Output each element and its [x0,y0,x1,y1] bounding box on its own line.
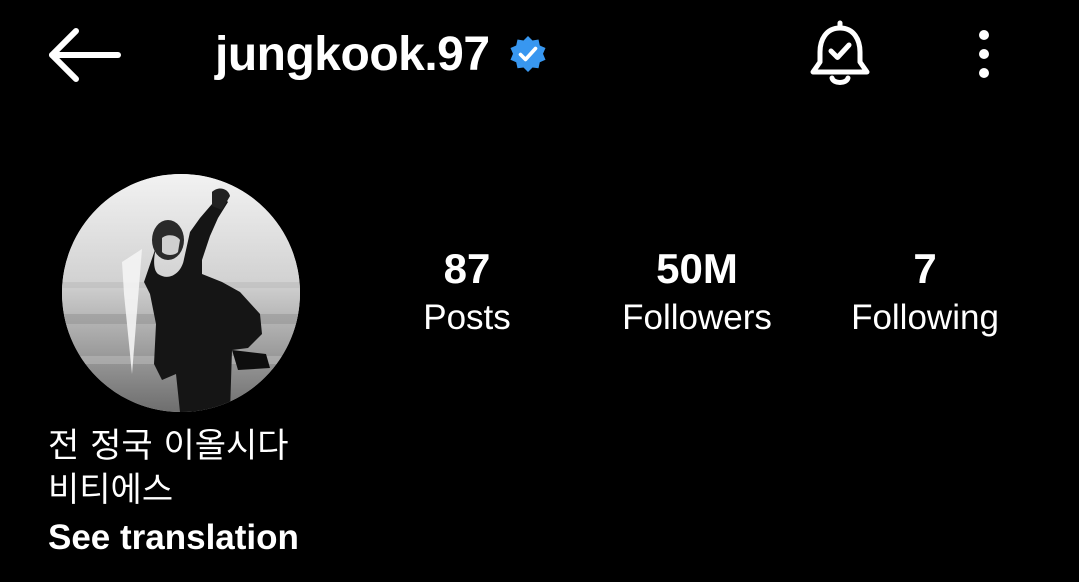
username-container: jungkook.97 [215,22,548,88]
following-stat[interactable]: 7 Following [810,242,1040,340]
following-count: 7 [913,245,937,292]
notifications-button[interactable] [802,20,878,90]
profile-stats: 87 Posts 50M Followers 7 Following [352,242,1052,352]
posts-count: 87 [443,245,491,292]
posts-label: Posts [423,298,511,337]
profile-photo [62,174,300,412]
verified-badge-icon [508,35,548,75]
see-translation-link[interactable]: See translation [48,514,648,562]
more-options-button[interactable] [960,22,1008,86]
posts-stat[interactable]: 87 Posts [352,242,582,340]
bio-line: 비티에스 [48,470,174,510]
bell-check-icon [810,20,870,85]
profile-header: jungkook.97 [0,0,1079,110]
profile-avatar[interactable] [62,174,300,412]
back-button[interactable] [40,22,126,88]
followers-label: Followers [622,298,772,337]
followers-count: 50M [656,245,738,292]
profile-bio: 전 정국 이올시다 비티에스 See translation [48,424,648,562]
arrow-left-icon [49,28,121,82]
bio-line: 전 정국 이올시다 [48,426,289,466]
followers-stat[interactable]: 50M Followers [582,242,812,340]
username: jungkook.97 [215,28,490,81]
following-label: Following [851,298,999,337]
more-vertical-icon [979,30,989,78]
